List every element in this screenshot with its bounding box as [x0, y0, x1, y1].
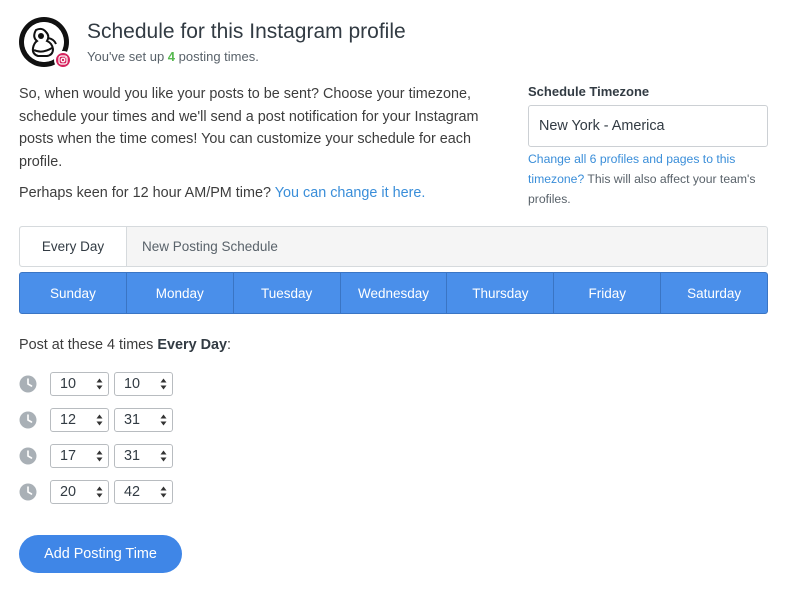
minute-select[interactable]: 31 — [114, 408, 173, 432]
change-time-format-link[interactable]: You can change it here. — [275, 185, 426, 201]
tab-every-day[interactable]: Every Day — [20, 227, 127, 266]
clock-icon — [19, 411, 37, 429]
timezone-note: Change all 6 profiles and pages to this … — [528, 149, 773, 209]
select-arrows-icon — [160, 378, 167, 390]
add-posting-time-button[interactable]: Add Posting Time — [19, 535, 182, 573]
time-row: 17 31 — [19, 444, 178, 468]
hour-select[interactable]: 20 — [50, 480, 109, 504]
post-at-label: Post at these 4 times Every Day: — [19, 337, 231, 353]
clock-icon — [19, 483, 37, 501]
time-row: 20 42 — [19, 480, 178, 504]
day-saturday[interactable]: Saturday — [661, 273, 767, 313]
post-at-prefix: Post at these 4 times — [19, 337, 158, 353]
select-arrows-icon — [96, 450, 103, 462]
select-arrows-icon — [160, 414, 167, 426]
day-tuesday[interactable]: Tuesday — [234, 273, 341, 313]
instagram-icon — [54, 51, 72, 69]
hour-preference-text: Perhaps keen for 12 hour AM/PM time? — [19, 185, 271, 201]
timezone-input[interactable] — [528, 105, 768, 147]
hour-select[interactable]: 10 — [50, 372, 109, 396]
day-sunday[interactable]: Sunday — [20, 273, 127, 313]
minute-select[interactable]: 31 — [114, 444, 173, 468]
timezone-label: Schedule Timezone — [528, 84, 650, 99]
minute-select[interactable]: 42 — [114, 480, 173, 504]
post-at-suffix: : — [227, 337, 231, 353]
summary-suffix: posting times. — [175, 49, 259, 64]
select-arrows-icon — [96, 414, 103, 426]
minute-value: 31 — [124, 412, 141, 428]
time-row: 12 31 — [19, 408, 178, 432]
posting-times-summary: You've set up 4 posting times. — [87, 49, 259, 64]
hour-value: 17 — [60, 448, 77, 464]
select-arrows-icon — [96, 378, 103, 390]
select-arrows-icon — [160, 450, 167, 462]
day-selector: Sunday Monday Tuesday Wednesday Thursday… — [19, 272, 768, 314]
schedule-tabs: Every Day New Posting Schedule — [19, 226, 768, 267]
select-arrows-icon — [160, 486, 167, 498]
clock-icon — [19, 447, 37, 465]
minute-value: 31 — [124, 448, 141, 464]
day-friday[interactable]: Friday — [554, 273, 662, 313]
tab-new-posting-schedule[interactable]: New Posting Schedule — [127, 227, 278, 266]
posting-count: 4 — [167, 49, 176, 64]
minute-value: 42 — [124, 484, 141, 500]
day-thursday[interactable]: Thursday — [447, 273, 555, 313]
time-row: 10 10 — [19, 372, 178, 396]
select-arrows-icon — [96, 486, 103, 498]
hour-select[interactable]: 17 — [50, 444, 109, 468]
hour-preference: Perhaps keen for 12 hour AM/PM time? You… — [19, 185, 425, 201]
hour-select[interactable]: 12 — [50, 408, 109, 432]
post-at-day: Every Day — [157, 337, 227, 353]
hour-value: 10 — [60, 376, 77, 392]
page-title: Schedule for this Instagram profile — [87, 20, 406, 43]
intro-text: So, when would you like your posts to be… — [19, 86, 479, 170]
minute-select[interactable]: 10 — [114, 372, 173, 396]
hour-value: 12 — [60, 412, 77, 428]
clock-icon — [19, 375, 37, 393]
summary-prefix: You've set up — [87, 49, 168, 64]
day-wednesday[interactable]: Wednesday — [341, 273, 448, 313]
minute-value: 10 — [124, 376, 141, 392]
day-monday[interactable]: Monday — [127, 273, 234, 313]
hour-value: 20 — [60, 484, 77, 500]
